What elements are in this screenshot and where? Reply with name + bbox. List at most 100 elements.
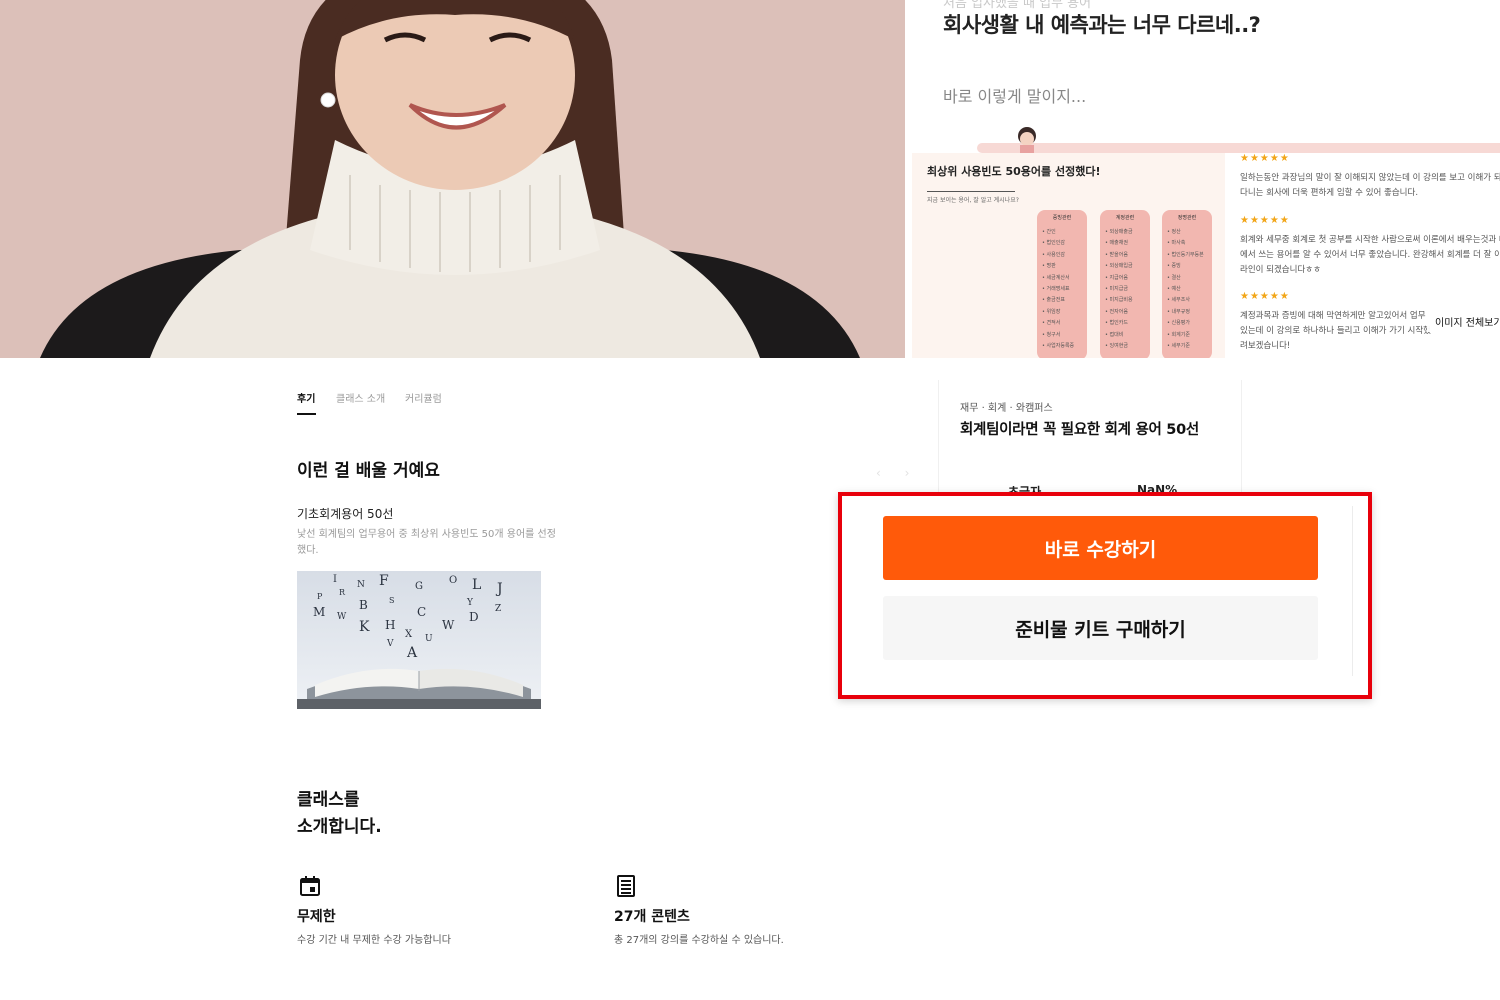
svg-text:G: G bbox=[415, 581, 423, 592]
instructor-photo bbox=[0, 0, 905, 358]
gallery-preview[interactable]: 처음 입사했을 때 업무 용어 회사생활 내 예측과는 너무 다르네..? 바로… bbox=[905, 0, 1500, 358]
buy-kit-button[interactable]: 준비물 키트 구매하기 bbox=[883, 596, 1318, 660]
vocab-card-title: 최상위 사용빈도 50용어를 선정했다! bbox=[927, 165, 1101, 178]
calendar-icon bbox=[300, 876, 320, 896]
vocab-term: • 받을어음 bbox=[1105, 251, 1128, 258]
book-letters-image: I N F G O L J P R M W B S Y Z K H X C W … bbox=[297, 571, 541, 709]
vocab-term: • 매출채권 bbox=[1105, 240, 1128, 247]
learn-section-title: 이런 걸 배울 거예요 bbox=[297, 461, 440, 481]
vocab-term: • 정산 bbox=[1167, 229, 1181, 235]
review-text-line: 회계와 세무중 회계로 첫 공부를 시작한 사람으로써 이론에서 배우는것과 대 bbox=[1240, 235, 1500, 245]
vocab-term: • 미지급금 bbox=[1105, 286, 1128, 293]
pink-speech-strip bbox=[977, 143, 1500, 153]
svg-text:C: C bbox=[417, 605, 426, 619]
vocab-term: • 외상매입금 bbox=[1105, 263, 1133, 270]
review-text-line: 려보겠습니다! bbox=[1240, 341, 1291, 351]
vocab-column: 정명관련 • 정산 • 마사축 • 법인등기부등본 • 증빙 • 결산 • 예산… bbox=[1162, 210, 1212, 358]
svg-text:L: L bbox=[472, 577, 481, 593]
vocab-column-head: 증빙관련 bbox=[1052, 215, 1072, 221]
rating-stars-icon: ★★★★★ bbox=[1240, 153, 1290, 164]
active-tab-indicator bbox=[297, 413, 316, 415]
svg-text:A: A bbox=[406, 645, 418, 661]
vocab-term: • 세금계산서 bbox=[1042, 274, 1070, 281]
review-text-line: 일하는동안 과장님의 말이 잘 이해되지 않았는데 이 강의를 보고 이해가 되 bbox=[1240, 173, 1500, 183]
svg-text:U: U bbox=[425, 634, 433, 644]
vocab-column-head: 정명관련 bbox=[1177, 215, 1197, 221]
svg-text:W: W bbox=[337, 612, 347, 622]
vocab-term: • 미지급비용 bbox=[1105, 297, 1133, 304]
svg-text:O: O bbox=[449, 575, 457, 586]
vocab-term: • 견적서 bbox=[1042, 320, 1061, 327]
class-intro-title-line: 클래스를 bbox=[297, 790, 360, 810]
rating-stars-icon: ★★★★★ bbox=[1240, 291, 1290, 302]
vocab-term: • 법인카드 bbox=[1105, 320, 1128, 327]
feature-title: 무제한 bbox=[297, 909, 336, 925]
svg-text:N: N bbox=[357, 580, 365, 590]
action-buttons-panel: 바로 수강하기 준비물 키트 구매하기 bbox=[838, 492, 1372, 699]
svg-text:Y: Y bbox=[466, 598, 474, 608]
svg-text:V: V bbox=[386, 639, 394, 649]
review-text-line: 라인이 되겠습니다ㅎㅎ bbox=[1240, 265, 1321, 275]
vocab-term: • 법인등기부등본 bbox=[1167, 251, 1204, 258]
vocab-term: • 접대비 bbox=[1105, 331, 1124, 338]
svg-text:Z: Z bbox=[495, 604, 501, 614]
svg-text:S: S bbox=[389, 596, 394, 605]
view-all-images-button[interactable]: 이미지 전체보기 bbox=[1427, 311, 1500, 332]
feature-description: 수강 기간 내 무제한 수강 가능합니다 bbox=[297, 935, 451, 946]
vocab-term: • 신용평가 bbox=[1167, 320, 1190, 327]
svg-text:H: H bbox=[385, 618, 395, 632]
vocab-term: • 간인 bbox=[1042, 229, 1056, 235]
svg-text:F: F bbox=[379, 573, 389, 589]
vocab-divider bbox=[927, 191, 1015, 192]
svg-text:R: R bbox=[339, 588, 346, 597]
vocab-term: • 명판 bbox=[1042, 263, 1056, 270]
chevron-icon: ‹ › bbox=[876, 466, 920, 480]
tab-reviews[interactable]: 후기 bbox=[297, 390, 315, 405]
vocab-term: • 법인인감 bbox=[1042, 240, 1065, 247]
rating-stars-icon: ★★★★★ bbox=[1240, 215, 1290, 226]
vocab-term: • 예산 bbox=[1167, 286, 1181, 293]
vocab-term: • 거래명세표 bbox=[1042, 286, 1070, 293]
course-title: 회계팀이라면 꼭 필요한 회계 용어 50선 bbox=[960, 422, 1199, 438]
svg-text:X: X bbox=[405, 629, 413, 640]
svg-text:B: B bbox=[359, 598, 368, 612]
svg-text:M: M bbox=[313, 605, 325, 619]
vocab-term: • 사용인감 bbox=[1042, 251, 1065, 258]
enroll-now-button[interactable]: 바로 수강하기 bbox=[883, 516, 1318, 580]
story-subtext: 바로 이렇게 말이지... bbox=[943, 87, 1087, 106]
vocab-term: • 마사축 bbox=[1167, 240, 1186, 247]
review-item: ★★★★★ 일하는동안 과장님의 말이 잘 이해되지 않았는데 이 강의를 보고… bbox=[1240, 153, 1500, 201]
svg-text:P: P bbox=[317, 592, 323, 601]
vocab-term: • 잉여현금 bbox=[1105, 343, 1128, 350]
review-text-line: 에서 쓰는 용어를 알 수 있어서 너무 좋았습니다. 완강해서 회계를 더 잘… bbox=[1240, 250, 1500, 260]
vocab-term: • 지급어음 bbox=[1105, 274, 1128, 281]
learn-item-title: 기초회계용어 50선 bbox=[297, 507, 394, 521]
review-text-line: 다니는 회사에 더욱 편하게 임할 수 있어 좋습니다. bbox=[1240, 188, 1419, 198]
document-icon bbox=[617, 875, 635, 897]
learn-item-description: 낯선 회계팀의 업무용어 중 최상위 사용빈도 50개 용어를 선정했다. bbox=[297, 529, 556, 556]
vocab-term: • 출금전표 bbox=[1042, 297, 1065, 304]
vocab-term: • 세무조사 bbox=[1167, 297, 1190, 304]
purchase-card: 재무 · 회계 · 와캠퍼스 회계팀이라면 꼭 필요한 회계 용어 50선 초급… bbox=[938, 380, 1242, 500]
vocab-column-head: 계정관련 bbox=[1115, 215, 1135, 221]
instructor-portrait bbox=[0, 0, 905, 358]
panel-divider bbox=[1352, 506, 1353, 676]
svg-text:K: K bbox=[359, 619, 370, 635]
vocab-term: • 회계기준 bbox=[1167, 331, 1190, 338]
tab-curriculum[interactable]: 커리큘럼 bbox=[405, 390, 442, 405]
svg-text:D: D bbox=[469, 610, 479, 624]
vocab-term: • 청구서 bbox=[1042, 331, 1061, 338]
svg-text:W: W bbox=[442, 618, 455, 632]
vocab-preview-card: 최상위 사용빈도 50용어를 선정했다! 지금 보이는 용어, 잘 알고 계시나… bbox=[912, 153, 1225, 358]
vocab-column: 계정관련 • 외상매출금 • 매출채권 • 받을어음 • 외상매입금 • 지급어… bbox=[1100, 210, 1150, 358]
vocab-term: • 결산 bbox=[1167, 274, 1181, 281]
story-headline: 회사생활 내 예측과는 너무 다르네..? bbox=[943, 13, 1261, 37]
character-illustration-icon bbox=[1018, 127, 1036, 154]
vocab-column: 증빙관련 • 간인 • 법인인감 • 사용인감 • 명판 • 세금계산서 • 거… bbox=[1037, 210, 1087, 358]
class-intro-title: 클래스를 소개합니다. bbox=[297, 787, 382, 841]
vocab-term: • 전자어음 bbox=[1105, 308, 1128, 315]
vocab-term: • 외상매출금 bbox=[1105, 229, 1133, 235]
feature-description: 총 27개의 강의를 수강하실 수 있습니다. bbox=[614, 935, 784, 946]
tab-class-intro[interactable]: 클래스 소개 bbox=[336, 390, 385, 405]
feature-title: 27개 콘텐츠 bbox=[614, 909, 690, 925]
